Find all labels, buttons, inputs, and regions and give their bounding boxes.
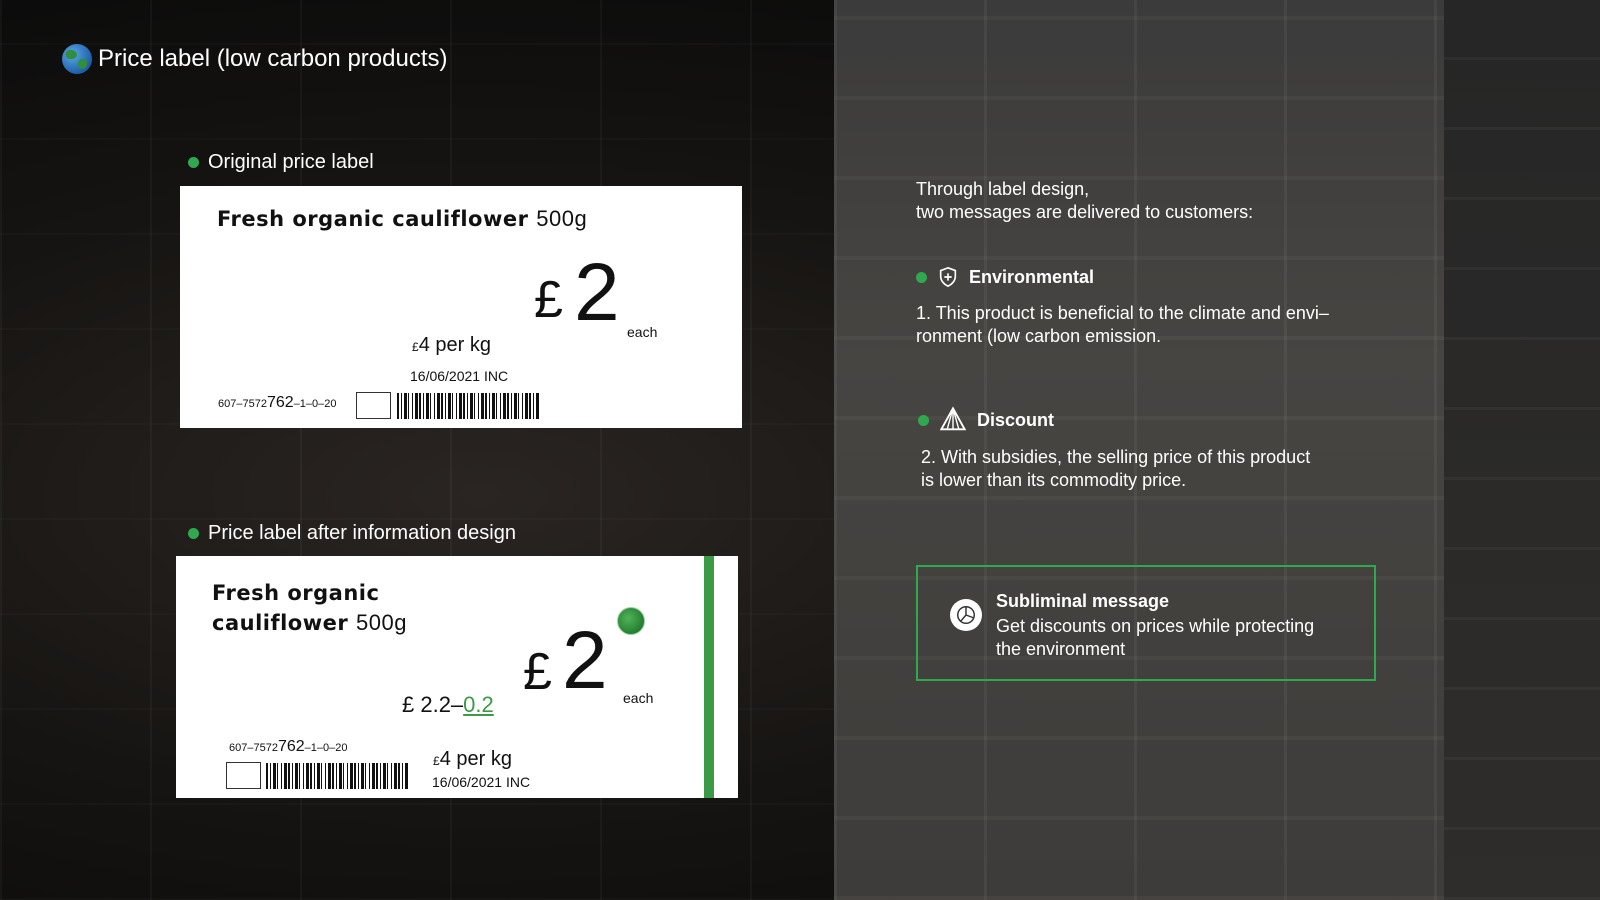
code-prefix: 607–7572 [229,742,278,754]
per-kg-text: 4 per kg [439,748,512,770]
code-main: 762 [277,738,305,755]
barcode [266,763,408,789]
empty-box [356,392,391,419]
product-weight: 500g [356,610,407,635]
environmental-line1: 1. This product is beneficial to the cli… [916,303,1329,323]
page-title: Price label (low carbon products) [62,44,448,74]
page-title-text: Price label (low carbon products) [98,45,448,72]
intro-text: Through label design, two messages are d… [916,178,1253,224]
globe-icon [62,44,92,74]
subliminal-heading: Subliminal message [996,591,1170,611]
pie-chart-icon [950,599,982,631]
commodity-price: £ 2.2– [402,692,464,717]
original-section-label: Original price label [188,151,374,174]
discount-heading-text: Discount [977,409,1055,430]
redesigned-price-label: Fresh organic cauliflower 500g £ 2 each … [176,556,738,798]
currency-symbol: £ [534,271,563,329]
product-code: 607–7572762–1–0–20 [229,738,347,756]
price-value: 2 [562,615,608,706]
code-prefix: 607–7572 [218,398,267,410]
redesigned-section-label-text: Price label after information design [208,522,516,544]
discount-text: 2. With subsidies, the selling price of … [921,446,1310,492]
empty-box [226,762,261,789]
discount-heading: Discount [918,406,1054,434]
original-price-label: Fresh organic cauliflower 500g £ 2 each … [180,186,742,428]
per-kg-price: £4 per kg [433,748,512,771]
environmental-heading: Environmental [916,266,1094,288]
bullet-dot [188,528,199,539]
discount-line1: 2. With subsidies, the selling price of … [921,447,1311,467]
subliminal-line1: Get discounts on prices while protecting [996,616,1315,636]
product-name: Fresh organic cauliflower 500g [212,578,407,638]
background-far-panel [1444,0,1600,900]
product-name-line1: Fresh organic [212,581,380,605]
environmental-line2: ronment (low carbon emission. [916,326,1162,346]
product-code: 607–7572762–1–0–20 [218,394,336,412]
code-main: 762 [266,394,294,411]
discount-line2: is lower than its commodity price. [921,470,1187,490]
bullet-dot [188,157,199,168]
intro-line2: two messages are delivered to customers: [916,202,1254,222]
product-weight: 500g [536,206,588,231]
code-suffix: –1–0–20 [304,742,348,754]
product-name-text: Fresh organic cauliflower [217,207,529,231]
date-label: 16/06/2021 INC [432,774,531,790]
subliminal-message-box: Subliminal message Get discounts on pric… [916,565,1376,681]
product-name: Fresh organic cauliflower 500g [217,206,587,232]
each-label: each [623,690,654,706]
subliminal-text: Get discounts on prices while protecting… [996,615,1366,661]
environmental-heading-text: Environmental [969,266,1095,287]
code-suffix: –1–0–20 [293,398,337,410]
discount-amount: 0.2 [463,692,494,717]
price-value: 2 [574,247,620,338]
earth-icon [617,607,645,635]
original-section-label-text: Original price label [208,151,374,173]
shield-plus-icon [939,266,957,288]
green-accent-bar [704,556,714,798]
currency-symbol: £ [523,643,552,701]
bullet-dot [916,271,927,283]
subsidised-price: £ 2.2–0.2 [402,692,494,718]
triangle-icon [939,406,967,431]
environmental-text: 1. This product is beneficial to the cli… [916,302,1329,348]
subliminal-line2: the environment [996,639,1126,659]
per-kg-currency: £ [433,754,440,768]
product-name-line2: cauliflower [212,611,349,635]
bullet-dot [918,414,929,426]
redesigned-section-label: Price label after information design [188,522,516,545]
barcode [397,393,539,419]
each-label: each [627,324,658,340]
intro-line1: Through label design, [916,179,1090,199]
date-label: 16/06/2021 INC [410,368,509,384]
per-kg-currency: £ [412,340,419,354]
per-kg-price: £4 per kg [412,334,491,357]
per-kg-text: 4 per kg [418,334,491,356]
